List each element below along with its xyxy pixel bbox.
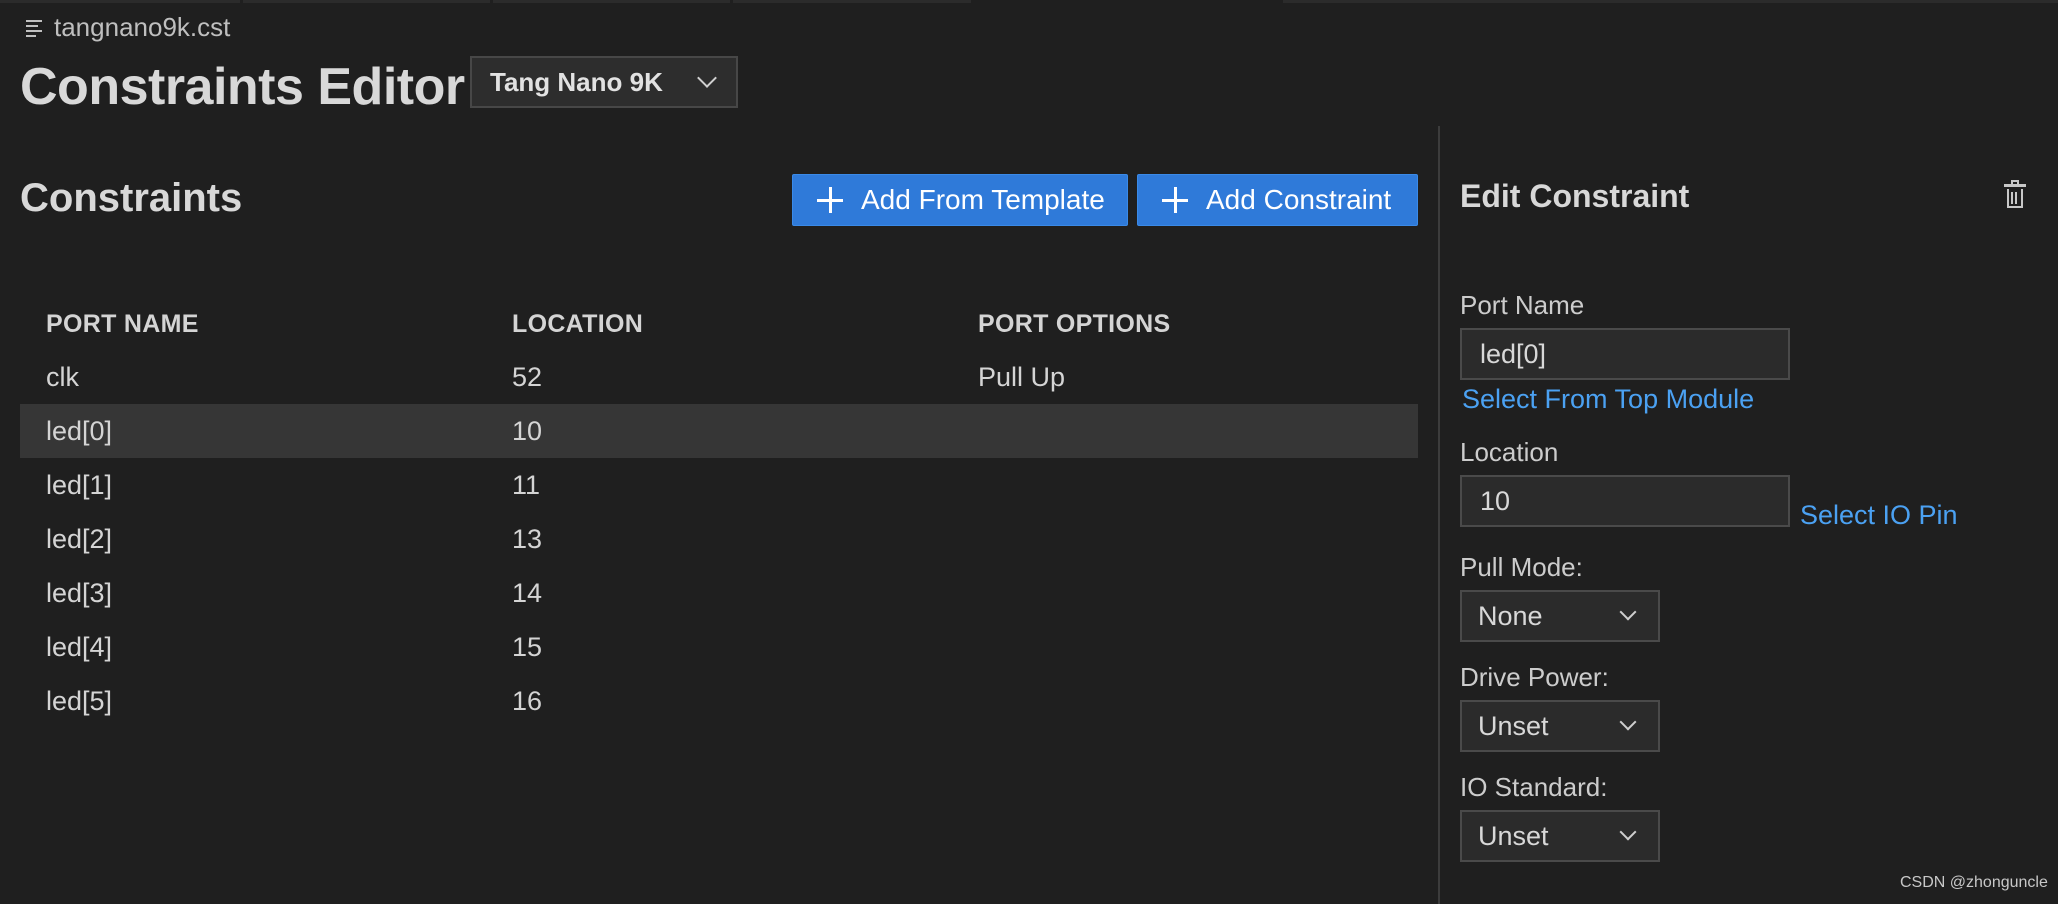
cell-port-name: led[5] — [46, 685, 113, 716]
constraints-section-title: Constraints — [20, 176, 243, 220]
edit-constraint-title: Edit Constraint — [1460, 178, 1690, 214]
table-header: PORT NAME LOCATION PORT OPTIONS — [20, 298, 1418, 350]
breadcrumb[interactable]: tangnano9k.cst — [26, 10, 230, 44]
plus-icon — [817, 187, 843, 213]
page-title: Constraints Editor — [20, 58, 465, 116]
select-from-top-module-link[interactable]: Select From Top Module — [1462, 384, 1754, 415]
constraints-table: PORT NAME LOCATION PORT OPTIONS clk 52 P… — [20, 298, 1418, 728]
cell-location: 14 — [512, 577, 543, 608]
cell-port-name: led[0] — [46, 415, 113, 446]
table-row[interactable]: led[1] 11 — [20, 458, 1418, 512]
table-row[interactable]: clk 52 Pull Up — [20, 350, 1418, 404]
cell-location: 16 — [512, 685, 543, 716]
cell-location: 52 — [512, 361, 543, 392]
port-name-label: Port Name — [1460, 290, 1585, 320]
pull-mode-select[interactable]: None — [1460, 590, 1660, 642]
cell-location: 10 — [512, 415, 543, 446]
drive-power-label: Drive Power: — [1460, 662, 1609, 692]
table-row[interactable]: led[5] 16 — [20, 674, 1418, 728]
constraints-editor-window: tangnano9k.cst Constraints Editor Tang N… — [0, 0, 2058, 904]
cell-port-name: led[2] — [46, 523, 113, 554]
pull-mode-label: Pull Mode: — [1460, 552, 1583, 582]
panel-divider[interactable] — [1438, 126, 1440, 904]
tab-strip-segment[interactable] — [0, 0, 240, 3]
select-io-pin-link[interactable]: Select IO Pin — [1800, 500, 1958, 531]
plus-icon — [1162, 187, 1188, 213]
location-label: Location — [1460, 437, 1559, 467]
chevron-down-icon — [1619, 713, 1637, 731]
column-header-location[interactable]: LOCATION — [486, 310, 952, 339]
cell-port-name: led[3] — [46, 577, 113, 608]
cell-location: 15 — [512, 631, 543, 662]
tab-strip-segment[interactable] — [1283, 0, 2058, 3]
port-name-input[interactable] — [1460, 328, 1790, 380]
add-from-template-label: Add From Template — [861, 184, 1105, 215]
file-lines-icon — [26, 19, 42, 37]
board-select[interactable]: Tang Nano 9K — [470, 56, 738, 108]
column-header-port-options[interactable]: PORT OPTIONS — [952, 310, 1418, 339]
table-row[interactable]: led[3] 14 — [20, 566, 1418, 620]
add-constraint-label: Add Constraint — [1206, 184, 1392, 215]
cell-location: 11 — [512, 469, 541, 500]
tab-strip-segment[interactable] — [733, 0, 971, 3]
cell-port-name: clk — [46, 361, 79, 392]
watermark: CSDN @zhonguncle — [1900, 874, 2048, 891]
drive-power-value: Unset — [1478, 710, 1549, 741]
tab-strip — [0, 0, 2058, 4]
table-row-selected[interactable]: led[0] 10 — [20, 404, 1418, 458]
table-row[interactable]: led[2] 13 — [20, 512, 1418, 566]
io-standard-value: Unset — [1478, 820, 1549, 851]
board-select-value: Tang Nano 9K — [490, 66, 663, 97]
column-header-port-name[interactable]: PORT NAME — [20, 310, 486, 339]
pull-mode-value: None — [1478, 600, 1543, 631]
io-standard-select[interactable]: Unset — [1460, 810, 1660, 862]
cell-port-name: led[4] — [46, 631, 113, 662]
cell-location: 13 — [512, 523, 543, 554]
chevron-down-icon — [1619, 823, 1637, 841]
drive-power-select[interactable]: Unset — [1460, 700, 1660, 752]
tab-strip-segment[interactable] — [243, 0, 490, 3]
tab-strip-segment[interactable] — [493, 0, 730, 3]
location-input[interactable] — [1460, 475, 1790, 527]
io-standard-label: IO Standard: — [1460, 772, 1608, 802]
add-constraint-button[interactable]: Add Constraint — [1137, 174, 1418, 226]
breadcrumb-file-name[interactable]: tangnano9k.cst — [54, 12, 230, 43]
add-from-template-button[interactable]: Add From Template — [792, 174, 1128, 226]
cell-port-name: led[1] — [46, 469, 113, 500]
chevron-down-icon — [1619, 603, 1637, 621]
cell-port-options: Pull Up — [978, 361, 1066, 392]
trash-icon[interactable] — [2004, 180, 2026, 210]
chevron-down-icon — [697, 68, 717, 88]
table-row[interactable]: led[4] 15 — [20, 620, 1418, 674]
